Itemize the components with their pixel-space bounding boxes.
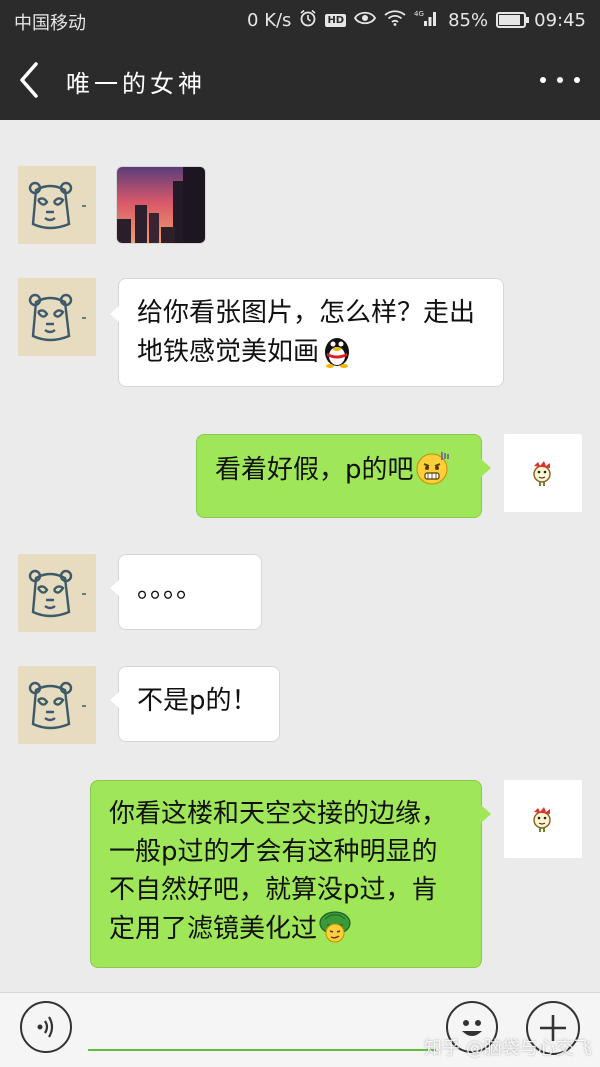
chat-title: 唯一的女神 [66,70,206,98]
city-sunset-photo [117,167,205,243]
message-line: 。。。。 [137,574,203,604]
battery-fill [499,15,520,25]
alarm-icon [299,9,317,31]
image-message[interactable] [116,166,206,244]
net-speed: 0 K/s [247,9,292,31]
message-input[interactable] [88,1005,436,1051]
signal-icon: 4G [414,9,440,31]
status-bar: 中国移动 0 K/s HD 4G 85% 09:45 [0,0,600,40]
voice-button[interactable] [20,1001,72,1053]
message-line: 给你看张图片，怎么样？走出 [137,298,476,328]
self-avatar[interactable] [504,434,582,512]
more-dots-icon [540,77,546,83]
contact-avatar[interactable] [18,278,96,356]
network-type-label: 4G [414,10,424,18]
watermark: 知乎 @脑袋与心交飞 [424,1038,592,1059]
clock: 09:45 [534,9,586,31]
message-bubble-incoming[interactable]: 。。。。 [110,554,262,630]
eye-icon [354,10,377,30]
battery-percent: 85% [448,9,489,31]
message-line: 定用了滤镜美化过 [109,914,318,944]
back-button[interactable] [14,58,54,102]
message-bubble-outgoing[interactable]: 你看这楼和天空交接的边缘， 一般p过的才会有这种明显的 不自然好吧，就算没p过，… [90,780,491,968]
message-line: 不是p的！ [137,686,258,716]
message-line: 看着好假，p的吧 [215,455,414,485]
contact-avatar[interactable] [18,166,96,244]
turtle-emoji [317,909,353,945]
more-options-button[interactable] [540,64,580,96]
grimace-emoji [414,450,450,486]
penguin-emoji [319,332,355,368]
status-icons: 0 K/s HD 4G 85% 09:45 [247,9,586,31]
message-line: 不自然好吧，就算没p过，肯 [109,875,438,905]
carrier-label: 中国移动 [14,13,86,34]
battery-icon [496,12,530,28]
self-avatar[interactable] [504,780,582,858]
message-line: 一般p过的才会有这种明显的 [109,837,438,867]
contact-avatar[interactable] [18,554,96,632]
message-line: 你看这楼和天空交接的边缘， [109,799,448,829]
chat-header: 唯一的女神 [0,40,600,120]
wifi-icon [384,10,406,30]
contact-avatar[interactable] [18,666,96,744]
message-list[interactable]: 给你看张图片，怎么样？走出 地铁感觉美如画 看着好假，p的吧 。。。。 不是p的… [0,120,600,992]
message-bubble-incoming[interactable]: 给你看张图片，怎么样？走出 地铁感觉美如画 [110,278,504,387]
hd-badge: HD [325,13,347,27]
voice-icon [22,1016,70,1055]
message-line: 地铁感觉美如画 [137,337,320,367]
message-bubble-outgoing[interactable]: 看着好假，p的吧 [196,434,491,518]
message-bubble-incoming[interactable]: 不是p的！ [110,666,280,742]
chevron-left-icon [14,58,54,102]
